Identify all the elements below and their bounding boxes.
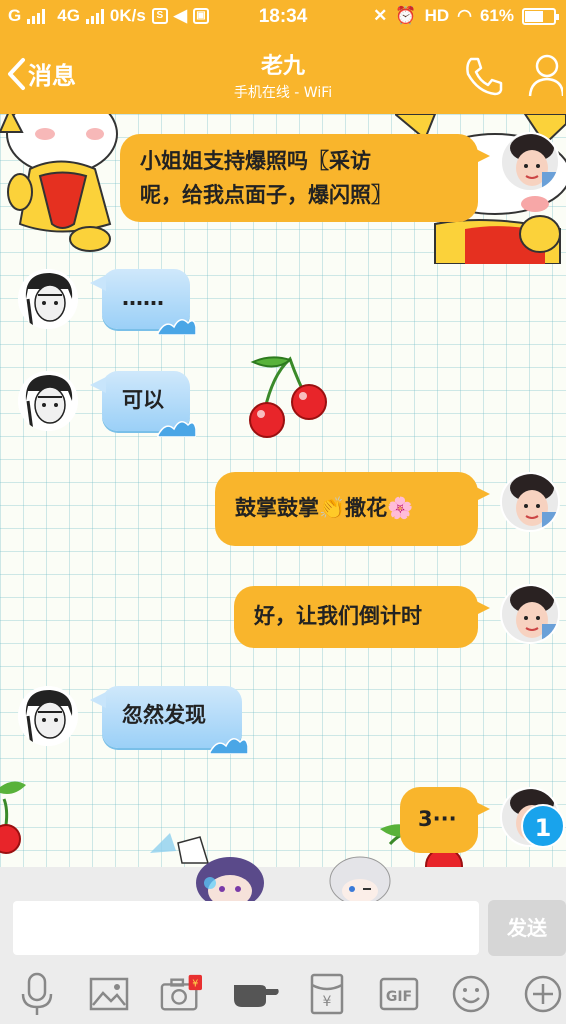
poke-button[interactable] — [232, 973, 280, 1015]
microphone-icon — [21, 972, 53, 1015]
battery-icon — [522, 7, 559, 25]
red-packet-icon: ¥ — [310, 973, 344, 1015]
cat-sticker-left-icon — [0, 114, 118, 252]
gif-button[interactable]: GIF — [378, 973, 420, 1015]
red-packet-button[interactable]: ¥ — [306, 973, 348, 1015]
message-text-line2: 呢，给我点面子，爆闪照〗 — [140, 183, 392, 207]
boy-avatar-icon — [18, 686, 78, 746]
more-button[interactable] — [522, 973, 564, 1015]
anime-boy-peek-icon — [329, 856, 391, 901]
message-input[interactable] — [13, 901, 479, 955]
my-avatar[interactable] — [500, 132, 560, 192]
wave-decoration-icon — [157, 421, 196, 437]
chat-header: 消息 老九 手机在线 - WiFi — [0, 34, 566, 114]
wifi-icon: ◠ — [457, 6, 472, 25]
message-bubble-incoming[interactable]: 可以 — [90, 371, 196, 437]
unread-count-badge[interactable]: 1 — [521, 804, 565, 848]
voice-button[interactable] — [16, 972, 58, 1015]
gif-label: GIF — [386, 989, 412, 1005]
hd-label: HD — [424, 6, 450, 25]
phone-icon[interactable] — [462, 54, 506, 98]
message-bubble-incoming[interactable]: …… — [90, 269, 196, 335]
profile-icon[interactable] — [527, 52, 563, 98]
battery-label: 61% — [479, 6, 514, 25]
camera-icon: ¥ — [160, 974, 202, 1011]
message-bubble-outgoing[interactable]: 3··· — [400, 787, 490, 853]
composer: 发送 ¥ ¥ GIF — [0, 833, 566, 1024]
girl-avatar-icon — [502, 586, 558, 642]
image-icon — [89, 977, 129, 1011]
mute-icon: ✕ — [373, 6, 388, 25]
cherry-sticker-icon — [249, 356, 327, 438]
emoji-button[interactable] — [450, 973, 492, 1015]
status-bar: G 4G 0K/s S ◀ ▣ 18:34 ✕ ⏰ HD ◠ 61% — [0, 0, 566, 34]
camera-button[interactable]: ¥ — [160, 973, 202, 1015]
cherry-edge-sticker-icon — [0, 781, 26, 854]
boy-avatar-icon — [18, 269, 78, 329]
message-text: 3··· — [418, 807, 457, 831]
message-text: 可以 — [122, 388, 164, 412]
wave-decoration-icon — [209, 738, 248, 754]
contact-avatar[interactable] — [18, 269, 78, 329]
message-text-line1: 小姐姐支持爆照吗〖采访 — [140, 149, 371, 173]
send-button[interactable]: 发送 — [488, 900, 566, 956]
contact-avatar[interactable] — [18, 686, 78, 746]
contact-avatar[interactable] — [18, 371, 78, 431]
message-text: 鼓掌鼓掌👏撒花🌸 — [235, 496, 414, 520]
poke-icon — [234, 985, 279, 1007]
anime-girl-peek-icon — [150, 833, 264, 901]
emoji-icon — [452, 975, 490, 1013]
message-bubble-outgoing[interactable]: 小姐姐支持爆照吗〖采访 呢，给我点面子，爆闪照〗 — [120, 134, 490, 222]
gif-icon: GIF — [379, 977, 419, 1011]
message-text: 好，让我们倒计时 — [254, 604, 422, 628]
svg-text:¥: ¥ — [323, 994, 332, 1010]
message-text: …… — [122, 286, 164, 310]
girl-avatar-icon — [502, 474, 558, 530]
message-text: 忽然发现 — [122, 703, 206, 727]
plus-icon — [524, 975, 562, 1013]
alarm-icon: ⏰ — [395, 6, 417, 25]
boy-avatar-icon — [18, 371, 78, 431]
chat-history[interactable]: 小姐姐支持爆照吗〖采访 呢，给我点面子，爆闪照〗 …… 可以 鼓掌鼓掌👏撒花🌸 … — [0, 114, 566, 867]
message-bubble-incoming[interactable]: 忽然发现 — [90, 686, 248, 754]
image-button[interactable] — [88, 973, 130, 1015]
wave-decoration-icon — [157, 319, 196, 335]
message-bubble-outgoing[interactable]: 好，让我们倒计时 — [234, 586, 490, 648]
my-avatar[interactable] — [500, 472, 560, 532]
message-bubble-outgoing[interactable]: 鼓掌鼓掌👏撒花🌸 — [215, 472, 490, 546]
my-avatar[interactable] — [500, 584, 560, 644]
redpacket-badge: ¥ — [192, 978, 198, 989]
